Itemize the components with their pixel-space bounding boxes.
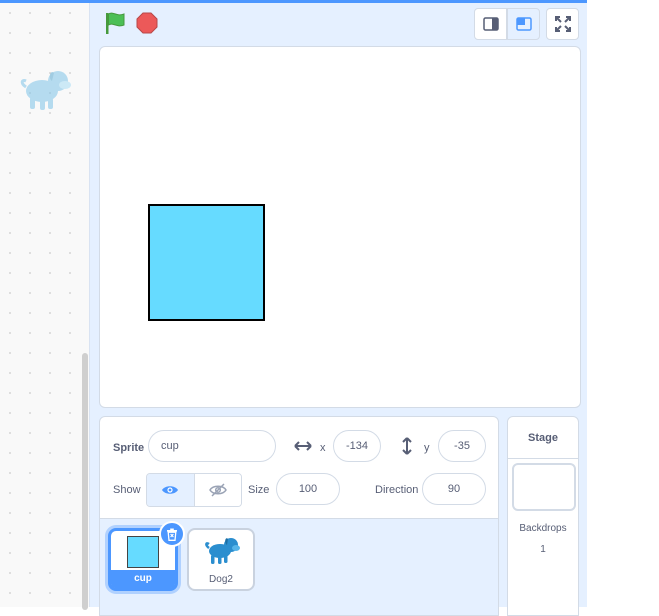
dog-sprite-thumbnail-icon xyxy=(205,538,240,564)
code-area-scrollbar[interactable] xyxy=(82,353,88,610)
normal-stage-button[interactable] xyxy=(507,8,540,40)
fullscreen-icon xyxy=(554,16,571,32)
small-stage-icon xyxy=(482,17,499,31)
backdrops-label: Backdrops xyxy=(519,523,567,534)
trash-icon xyxy=(167,528,177,541)
y-label: y xyxy=(424,442,430,454)
sprite-name-input[interactable] xyxy=(148,430,276,462)
sprite-info-panel: Sprite x y Show xyxy=(99,416,499,616)
sprite-tile-cup[interactable]: cup xyxy=(108,521,185,591)
visibility-toggle xyxy=(146,473,242,507)
x-label: x xyxy=(320,442,326,454)
x-position-input[interactable] xyxy=(333,430,381,462)
eye-slash-icon xyxy=(208,483,227,497)
hide-sprite-button[interactable] xyxy=(194,474,241,506)
cup-sprite[interactable] xyxy=(148,204,265,321)
show-sprite-button[interactable] xyxy=(147,474,195,506)
direction-input[interactable] xyxy=(422,473,486,505)
eye-icon xyxy=(162,486,179,494)
backdrops-count: 1 xyxy=(540,544,546,555)
stage-selector-title: Stage xyxy=(508,417,578,459)
size-label: Size xyxy=(248,484,270,496)
dog-sprite-watermark-icon xyxy=(20,71,71,110)
sprite-info-row-2: Show Size Direction xyxy=(100,472,498,508)
stop-icon[interactable] xyxy=(136,12,158,34)
backdrop-thumbnail[interactable] xyxy=(512,463,576,511)
x-arrow-icon xyxy=(294,441,312,451)
sprite-info-row-1: Sprite x y xyxy=(100,430,498,466)
fullscreen-button[interactable] xyxy=(546,8,579,40)
small-stage-button[interactable] xyxy=(474,8,507,40)
y-arrow-icon xyxy=(402,437,412,455)
sprite-list: cup Dog2 xyxy=(100,518,498,615)
green-flag-icon[interactable] xyxy=(102,10,128,36)
sprite-label: Sprite xyxy=(113,442,145,454)
y-position-input[interactable] xyxy=(438,430,486,462)
sprite-tile-dog2[interactable]: Dog2 xyxy=(187,528,255,591)
show-label: Show xyxy=(113,484,141,496)
size-input[interactable] xyxy=(276,473,340,505)
normal-stage-icon xyxy=(515,17,532,31)
stage-selector[interactable]: Stage Backdrops 1 xyxy=(507,416,579,616)
sprite-tile-label: cup xyxy=(111,570,175,588)
code-area[interactable] xyxy=(0,3,90,610)
direction-label: Direction xyxy=(375,484,419,496)
stage-canvas[interactable] xyxy=(99,46,581,408)
sprite-tile-label: Dog2 xyxy=(209,574,233,585)
delete-sprite-button[interactable] xyxy=(159,521,185,547)
sprite-thumbnail xyxy=(127,536,159,568)
